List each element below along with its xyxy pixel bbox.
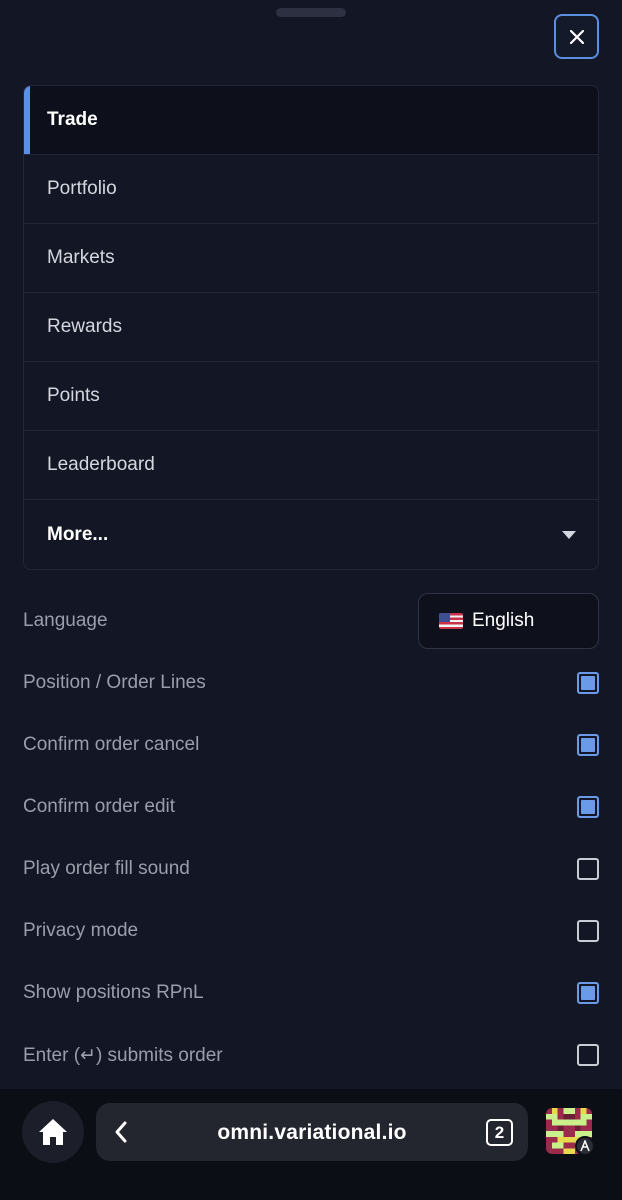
confirm-order-cancel-checkbox[interactable] — [577, 734, 599, 756]
nav-menu: Trade Portfolio Markets Rewards Points L… — [23, 85, 599, 570]
setting-confirm-order-edit: Confirm order edit — [23, 776, 599, 838]
setting-language: Language English — [23, 590, 599, 652]
language-select[interactable]: English — [418, 593, 599, 649]
nav-item-label: Points — [47, 385, 100, 406]
nav-item-markets[interactable]: Markets — [24, 224, 598, 293]
setting-label: Privacy mode — [23, 920, 139, 941]
privacy-mode-checkbox[interactable] — [577, 920, 599, 942]
enter-submits-order-checkbox[interactable] — [577, 1044, 599, 1066]
tab-count-button[interactable]: 2 — [486, 1119, 513, 1146]
setting-label: Confirm order cancel — [23, 734, 200, 755]
menu-sheet: Trade Portfolio Markets Rewards Points L… — [0, 0, 622, 1200]
sheet-grabber-handle[interactable] — [276, 8, 346, 17]
setting-play-order-fill-sound: Play order fill sound — [23, 838, 599, 900]
nav-item-label: Rewards — [47, 316, 122, 337]
browser-toolbar: omni.variational.io 2 — [0, 1089, 622, 1200]
confirm-order-edit-checkbox[interactable] — [577, 796, 599, 818]
setting-label: Play order fill sound — [23, 858, 190, 879]
setting-privacy-mode: Privacy mode — [23, 900, 599, 962]
setting-label: Enter (↵) submits order — [23, 1044, 223, 1066]
address-bar[interactable]: omni.variational.io 2 — [96, 1103, 528, 1161]
nav-item-label: Trade — [47, 109, 98, 130]
url-text: omni.variational.io — [217, 1121, 407, 1144]
position-order-lines-checkbox[interactable] — [577, 672, 599, 694]
nav-item-more[interactable]: More... — [24, 500, 598, 569]
setting-label: Position / Order Lines — [23, 672, 206, 693]
settings-panel: Language English Position / Order Lines … — [23, 590, 599, 1086]
nav-item-portfolio[interactable]: Portfolio — [24, 155, 598, 224]
setting-confirm-order-cancel: Confirm order cancel — [23, 714, 599, 776]
setting-label: Language — [23, 610, 108, 631]
setting-show-positions-rpnl: Show positions RPnL — [23, 962, 599, 1024]
chevron-down-icon — [562, 531, 576, 539]
nav-item-points[interactable]: Points — [24, 362, 598, 431]
show-positions-rpnl-checkbox[interactable] — [577, 982, 599, 1004]
home-icon — [39, 1119, 67, 1145]
nav-item-rewards[interactable]: Rewards — [24, 293, 598, 362]
setting-label: Confirm order edit — [23, 796, 176, 817]
nav-item-trade[interactable]: Trade — [24, 86, 598, 155]
a-logo-icon — [580, 1140, 590, 1152]
nav-item-label: Portfolio — [47, 178, 117, 199]
home-button[interactable] — [22, 1101, 84, 1163]
close-icon — [569, 29, 584, 44]
nav-item-leaderboard[interactable]: Leaderboard — [24, 431, 598, 500]
setting-position-order-lines: Position / Order Lines — [23, 652, 599, 714]
us-flag-icon — [439, 613, 463, 629]
setting-enter-submits-order: Enter (↵) submits order — [23, 1024, 599, 1086]
close-button[interactable] — [554, 14, 599, 59]
play-order-fill-sound-checkbox[interactable] — [577, 858, 599, 880]
setting-label: Show positions RPnL — [23, 982, 204, 1003]
network-badge-icon — [575, 1136, 595, 1156]
nav-item-label: Markets — [47, 247, 115, 268]
nav-item-label: Leaderboard — [47, 454, 155, 475]
nav-item-label: More... — [47, 523, 109, 545]
language-value: English — [472, 610, 535, 631]
